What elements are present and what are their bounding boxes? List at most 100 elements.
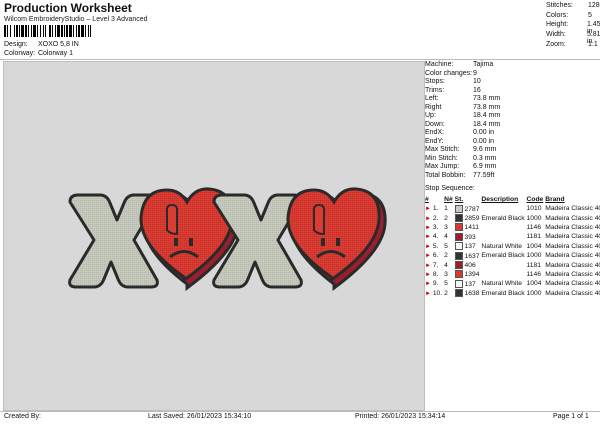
heart-2 <box>286 187 387 291</box>
thread-code: 1010 <box>526 205 542 213</box>
stat-value: 5.81 in <box>586 31 600 46</box>
thread-brand: Madeira Classic 40 <box>545 280 600 288</box>
stop-number: ► 3. <box>425 223 439 231</box>
thread-code: 1004 <box>526 242 542 250</box>
thread-description: Natural White <box>481 280 522 288</box>
info-value: 9.6 mm <box>473 146 497 153</box>
info-row: Left: 73.8 mm <box>425 95 597 104</box>
thread-code: 1000 <box>526 252 542 260</box>
needle-number: 3 <box>444 270 448 278</box>
stop-number: ► 2. <box>425 214 439 222</box>
xoxo-design-image <box>68 187 387 291</box>
needle-number: 2 <box>444 214 448 222</box>
color-swatch <box>454 223 463 232</box>
needle-number: 5 <box>444 242 448 250</box>
design-value: XOXO 5,8 IN <box>37 41 79 48</box>
stat-value: 1:1 <box>588 40 598 48</box>
arrow-icon: ► <box>425 206 431 213</box>
thread-code: 1146 <box>526 223 541 231</box>
info-value: 16 <box>473 86 481 94</box>
info-value: 0.3 mm <box>473 154 497 162</box>
stat-label: Colors: <box>546 11 569 19</box>
thread-code: 1181 <box>526 233 541 241</box>
info-value: 0.00 in <box>473 129 495 136</box>
thread-description: Emerald Black <box>481 214 525 222</box>
color-swatch <box>454 214 463 223</box>
info-row: EndX: 0.00 in <box>425 129 597 138</box>
arrow-icon: ► <box>425 271 431 278</box>
info-row: Trims: 16 <box>425 87 597 96</box>
printed-date: Printed: 26/01/2023 15:34:14 <box>355 413 446 420</box>
stat-row: Width: 5.81 in <box>546 31 600 46</box>
page-number: Page 1 of 1 <box>553 413 589 420</box>
info-row: Total Bobbin: 77.59ft <box>425 172 597 181</box>
stat-label: Stitches: <box>546 2 573 9</box>
stitch-count: 406 <box>454 260 482 270</box>
color-swatch <box>454 242 463 251</box>
info-label: Machine: <box>425 61 454 68</box>
stat-row: Height: 1.45 in <box>546 21 600 36</box>
info-value: 0.00 in <box>473 137 495 145</box>
info-value: 6.9 mm <box>473 163 497 170</box>
info-label: Trims: <box>425 86 445 94</box>
needle-number: 1 <box>444 205 448 213</box>
info-row: Min Stitch: 0.3 mm <box>425 155 597 164</box>
stitch-count: 2787 <box>454 204 482 213</box>
stat-value: 1.45 in <box>586 21 600 36</box>
page-title: Production Worksheet <box>4 1 132 15</box>
header-divider <box>0 59 600 60</box>
column-header: Code <box>526 196 544 203</box>
thread-description <box>481 223 526 232</box>
design-preview <box>3 61 425 411</box>
info-row: Right 73.8 mm <box>425 104 597 113</box>
info-value: 18.4 mm <box>473 112 501 119</box>
info-label: Left: <box>425 95 439 102</box>
needle-number: 2 <box>444 289 448 297</box>
stat-value: 12801 <box>588 2 600 9</box>
thread-brand: Madeira Classic 40 <box>545 252 600 260</box>
arrow-icon: ► <box>425 281 431 288</box>
table-row: ► 10. 2 1638 Emerald Black 1000 Madeira Clas… <box>425 289 600 298</box>
thread-brand: Madeira Classic 40 <box>545 242 600 250</box>
column-header: Brand <box>545 196 565 203</box>
arrow-icon: ► <box>425 262 431 269</box>
info-value: 9 <box>473 69 477 77</box>
stat-row: Colors: 5 <box>546 12 600 22</box>
thread-code: 1146 <box>526 270 541 278</box>
stop-number: ► 4. <box>425 233 439 241</box>
table-row: ► 3. 3 1411 1146 Madeira Classic 40 <box>425 223 600 232</box>
stop-sequence-label: Stop Sequence: <box>425 185 475 192</box>
arrow-icon: ► <box>425 224 431 231</box>
stitch-count: 393 <box>454 232 482 241</box>
column-header: St. <box>454 196 464 203</box>
thread-code: 1004 <box>526 280 542 288</box>
arrow-icon: ► <box>425 243 431 250</box>
stat-label: Height: <box>546 21 569 29</box>
design-row: Design: XOXO 5,8 IN <box>4 41 79 48</box>
table-row: ► 7. 4 406 1181 Madeira Classic 40 <box>425 260 600 270</box>
color-swatch <box>454 270 463 279</box>
color-swatch <box>454 204 463 213</box>
info-value: Tajima <box>473 61 494 68</box>
colorway-label: Colorway: <box>4 50 36 57</box>
table-row: ► 4. 4 393 1181 Madeira Classic 40 <box>425 232 600 241</box>
table-row: ► 8. 3 1394 1146 Madeira Classic 40 <box>425 270 600 279</box>
color-swatch <box>454 289 463 298</box>
last-saved: Last Saved: 26/01/2023 15:34:10 <box>148 413 252 420</box>
info-row: EndY: 0.00 in <box>425 138 597 147</box>
stat-row: Stitches: 12801 <box>546 2 600 12</box>
thread-brand: Madeira Classic 40 <box>545 233 600 241</box>
table-row: ► 5. 5 137 Natural White 1004 Madeira Classi… <box>425 242 600 251</box>
info-label: EndX: <box>425 129 445 136</box>
info-label: Up: <box>425 112 436 119</box>
table-header-row: # N# St. Description Code Brand <box>425 195 600 204</box>
stat-label: Width: <box>546 31 566 39</box>
stop-number: ► 7. <box>425 261 439 269</box>
info-row: Max Stitch: 9.6 mm <box>425 146 597 155</box>
needle-number: 4 <box>444 261 448 269</box>
footer-divider <box>0 411 600 412</box>
created-by: Created By: <box>4 413 41 420</box>
thread-description <box>481 260 526 269</box>
thread-description: Natural White <box>481 242 522 250</box>
thread-description <box>481 270 526 279</box>
